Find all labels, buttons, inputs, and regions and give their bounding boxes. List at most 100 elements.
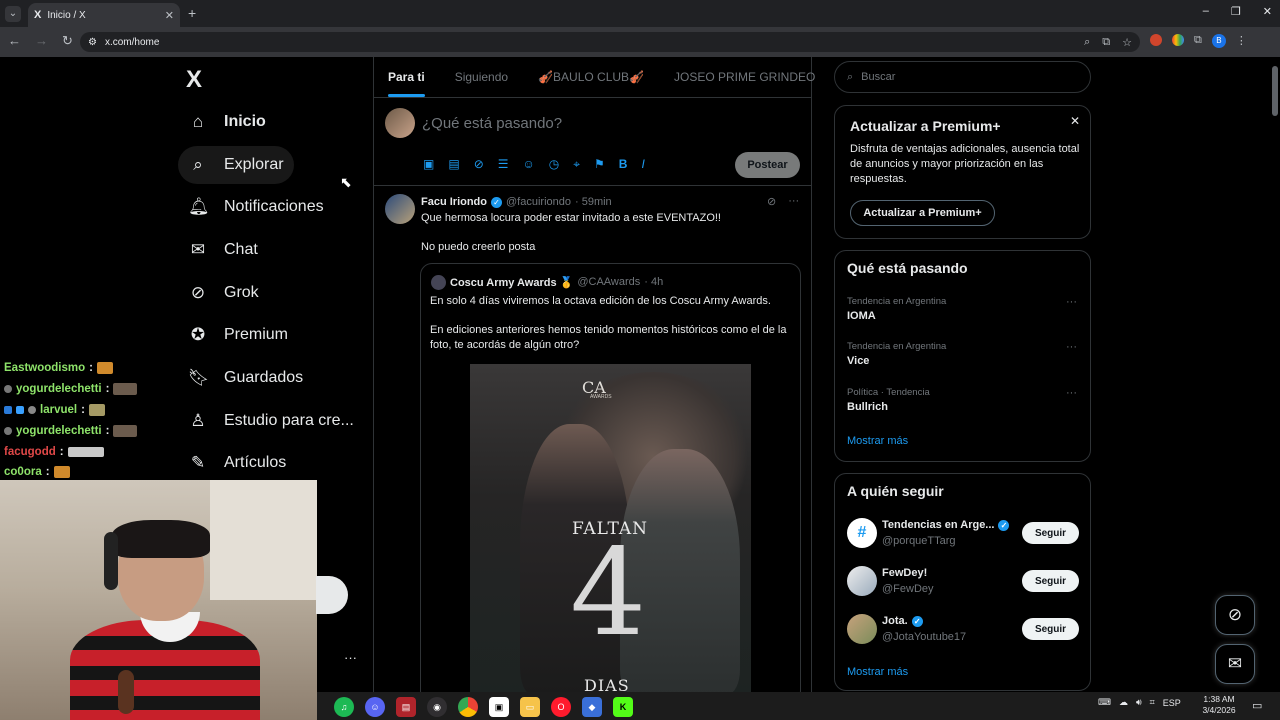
emoji-icon[interactable]: ☺ bbox=[523, 157, 535, 172]
extension-icon[interactable] bbox=[1150, 34, 1162, 46]
post-button-partial[interactable] bbox=[316, 576, 348, 614]
image-icon[interactable]: ▣ bbox=[423, 157, 434, 172]
grok-icon[interactable]: ⊘ bbox=[767, 195, 776, 208]
hashtag-avatar-icon[interactable]: # bbox=[847, 518, 877, 548]
flag-icon[interactable]: ⚑ bbox=[594, 157, 605, 172]
discord-icon[interactable]: ☺ bbox=[365, 697, 385, 717]
messages-float-button[interactable]: ✉ bbox=[1215, 644, 1255, 684]
obs-icon[interactable]: ◉ bbox=[427, 697, 447, 717]
trend-name[interactable]: IOMA bbox=[847, 310, 876, 322]
app-icon[interactable]: ▣ bbox=[489, 697, 509, 717]
follow-button[interactable]: Seguir bbox=[1022, 570, 1079, 592]
tab-search-icon[interactable]: ⌄ bbox=[5, 6, 21, 22]
nav-item-notificaciones[interactable]: 🔔︎ Notificaciones bbox=[178, 188, 334, 226]
app-icon[interactable]: ◆ bbox=[582, 697, 602, 717]
tab-joseo-prime[interactable]: JOSEO PRIME GRINDEO bbox=[659, 57, 830, 97]
new-tab-button[interactable]: + bbox=[188, 5, 196, 21]
schedule-icon[interactable]: ◷ bbox=[549, 157, 559, 172]
grok-float-button[interactable]: ⊘ bbox=[1215, 595, 1255, 635]
browser-tab[interactable]: X Inicio / X ✕ bbox=[28, 3, 180, 27]
chat-message: facugodd: bbox=[4, 441, 184, 462]
notification-icon[interactable]: ▭ bbox=[1252, 699, 1262, 712]
chat-message: larvuel: bbox=[4, 400, 184, 421]
follow-avatar[interactable] bbox=[847, 566, 877, 596]
voicemeeter-icon[interactable]: ▤ bbox=[396, 697, 416, 717]
show-more-link[interactable]: Mostrar más bbox=[847, 435, 908, 447]
search-input[interactable]: ⌕ Buscar bbox=[834, 61, 1091, 93]
chrome-icon[interactable] bbox=[458, 697, 478, 717]
opera-icon[interactable]: O bbox=[551, 697, 571, 717]
language-indicator[interactable]: ESP bbox=[1163, 698, 1181, 708]
site-info-icon[interactable]: ⚙ bbox=[88, 37, 97, 48]
account-more-icon[interactable]: ··· bbox=[344, 650, 357, 665]
tab-siguiendo[interactable]: Siguiendo bbox=[440, 57, 523, 97]
nav-item-explorar[interactable]: ⌕ Explorar bbox=[178, 146, 294, 184]
x-logo-icon[interactable]: X bbox=[186, 66, 202, 94]
close-icon[interactable]: ✕ bbox=[1070, 114, 1080, 128]
tweet-time[interactable]: · 59min bbox=[575, 196, 612, 208]
nav-item-premium[interactable]: ✪ Premium bbox=[178, 316, 298, 354]
spotify-icon[interactable]: ♫ bbox=[334, 697, 354, 717]
file-explorer-icon[interactable]: ▭ bbox=[520, 697, 540, 717]
extension-icon[interactable] bbox=[1172, 34, 1184, 46]
keyboard-icon[interactable]: ⌨ bbox=[1098, 697, 1111, 708]
follow-avatar[interactable] bbox=[847, 614, 877, 644]
close-window-button[interactable]: ✕ bbox=[1263, 5, 1272, 18]
address-bar[interactable]: ⚙ x.com/home ⌕ ⧉ ☆ bbox=[80, 32, 1140, 52]
minimize-button[interactable]: – bbox=[1203, 5, 1209, 18]
menu-dots-icon[interactable]: ⋮ bbox=[1236, 34, 1247, 48]
follow-name[interactable]: FewDey! bbox=[882, 567, 927, 579]
kick-icon[interactable]: K bbox=[613, 697, 633, 717]
more-options-icon[interactable]: ··· bbox=[1066, 387, 1077, 399]
more-options-icon[interactable]: ··· bbox=[788, 195, 799, 208]
profile-avatar[interactable]: B bbox=[1211, 34, 1226, 48]
grok-icon[interactable]: ⊘ bbox=[474, 157, 484, 172]
show-more-link[interactable]: Mostrar más bbox=[847, 666, 908, 678]
post-button[interactable]: Postear bbox=[735, 152, 800, 178]
upgrade-premium-button[interactable]: Actualizar a Premium+ bbox=[850, 200, 995, 226]
tweet-handle[interactable]: @facuiriondo bbox=[506, 196, 571, 208]
poll-icon[interactable]: ☰ bbox=[498, 157, 509, 172]
tab-para-ti[interactable]: Para ti bbox=[373, 57, 440, 97]
more-options-icon[interactable]: ··· bbox=[1066, 341, 1077, 353]
bold-icon[interactable]: B bbox=[619, 157, 628, 172]
italic-icon[interactable]: I bbox=[641, 157, 644, 172]
nav-item-grok[interactable]: ⊘ Grok bbox=[178, 274, 269, 312]
nav-item-inicio[interactable]: ⌂ Inicio bbox=[178, 103, 276, 141]
scrollbar[interactable] bbox=[1272, 66, 1278, 116]
taskbar-clock[interactable]: 1:38 AM 3/4/2026 bbox=[1200, 694, 1238, 716]
volume-icon[interactable]: 🔊︎ bbox=[1136, 697, 1142, 708]
bookmark-icon: 🔖︎ bbox=[188, 368, 210, 387]
forward-icon[interactable]: → bbox=[35, 33, 48, 49]
nav-item-estudio[interactable]: ♙ Estudio para cre... bbox=[178, 402, 364, 440]
trend-name[interactable]: Vice bbox=[847, 355, 869, 367]
emote-icon bbox=[67, 446, 104, 457]
nav-item-articulos[interactable]: ✎ Artículos bbox=[178, 444, 296, 482]
tab-baulo-club[interactable]: 🎻BAULO CLUB🎻 bbox=[523, 57, 659, 97]
back-icon[interactable]: ← bbox=[8, 33, 21, 49]
composer-avatar[interactable] bbox=[385, 108, 415, 138]
follow-name[interactable]: Jota. ✓ bbox=[882, 615, 923, 627]
bookmark-star-icon[interactable]: ☆ bbox=[1122, 36, 1132, 49]
more-options-icon[interactable]: ··· bbox=[1066, 296, 1077, 308]
follow-button[interactable]: Seguir bbox=[1022, 618, 1079, 640]
follow-button[interactable]: Seguir bbox=[1022, 522, 1079, 544]
zoom-icon[interactable]: ⌕ bbox=[1084, 36, 1090, 49]
follow-name[interactable]: Tendencias en Arge... ✓ bbox=[882, 519, 1010, 531]
gif-icon[interactable]: ▤ bbox=[448, 157, 459, 172]
nav-item-chat[interactable]: ✉ Chat bbox=[178, 231, 268, 269]
reload-icon[interactable]: ↻ bbox=[62, 33, 73, 49]
tweet-author-name[interactable]: Facu Iriondo bbox=[421, 196, 487, 208]
tweet-avatar[interactable] bbox=[385, 194, 415, 224]
composer-input[interactable]: ¿Qué está pasando? bbox=[422, 115, 562, 132]
network-icon[interactable]: ⌗ bbox=[1150, 697, 1155, 708]
close-icon[interactable]: ✕ bbox=[165, 9, 174, 22]
nav-item-guardados[interactable]: 🔖︎ Guardados bbox=[178, 359, 313, 397]
quote-media-image[interactable]: CA AWARDS FALTAN 4 DIAS bbox=[470, 364, 751, 694]
location-icon[interactable]: ⌖ bbox=[573, 157, 580, 172]
trend-name[interactable]: Bullrich bbox=[847, 401, 888, 413]
restore-button[interactable]: ❐ bbox=[1231, 5, 1241, 18]
install-app-icon[interactable]: ⧉ bbox=[1102, 36, 1110, 49]
cloud-icon[interactable]: ☁ bbox=[1119, 697, 1128, 708]
extensions-puzzle-icon[interactable]: ⧉ bbox=[1194, 34, 1202, 48]
